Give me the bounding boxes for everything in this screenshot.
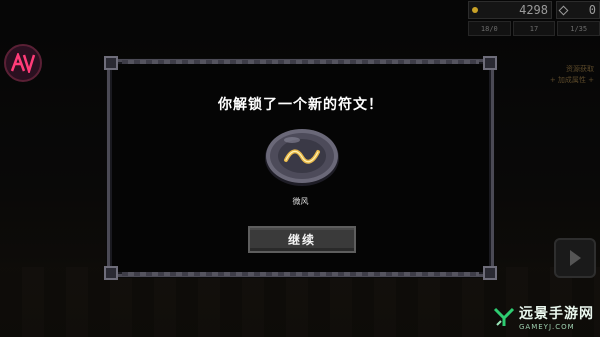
rune-name: 微风	[292, 197, 309, 206]
resource-hud: 4298 0 18/0 17 1/35	[468, 0, 600, 38]
stat-1: 18/0	[468, 21, 511, 36]
coin-icon	[472, 7, 478, 13]
av-logo-icon	[10, 53, 36, 73]
side-hint-1: 资源获取	[566, 65, 594, 73]
rune-unlock-dialog: 你解锁了一个新的符文！ 微风 继续	[104, 56, 497, 280]
watermark-title: 远景手游网	[519, 306, 594, 322]
watermark-url: GAMEYJ.COM	[519, 323, 575, 331]
continue-button[interactable]: 继续	[248, 226, 356, 253]
menu-logo-button[interactable]	[4, 44, 42, 82]
dialog-border-bottom	[122, 272, 479, 276]
dialog-corner-ornament	[483, 56, 497, 70]
gold-counter: 4298	[468, 1, 552, 19]
side-hints: 资源获取 + 加成属性 +	[550, 64, 594, 86]
gem-value: 0	[588, 3, 596, 17]
dialog-title: 你解锁了一个新的符文！	[218, 97, 383, 113]
fast-forward-button[interactable]	[554, 238, 596, 278]
site-watermark: 远景手游网 GAMEYJ.COM	[493, 303, 594, 331]
gold-value: 4298	[519, 3, 548, 17]
gem-icon	[558, 5, 569, 15]
dialog-border-top	[122, 60, 479, 64]
fast-forward-icon	[569, 250, 581, 266]
breeze-wave-icon	[265, 129, 339, 186]
dialog-corner-ornament	[104, 266, 118, 280]
watermark-logo-icon	[493, 307, 515, 326]
stat-2: 17	[512, 21, 556, 36]
gem-counter: 0	[556, 1, 600, 19]
stat-3: 1/35	[557, 21, 600, 36]
dialog-corner-ornament	[483, 266, 497, 280]
side-hint-2: + 加成属性 +	[549, 76, 594, 84]
dialog-corner-ornament	[104, 56, 118, 70]
